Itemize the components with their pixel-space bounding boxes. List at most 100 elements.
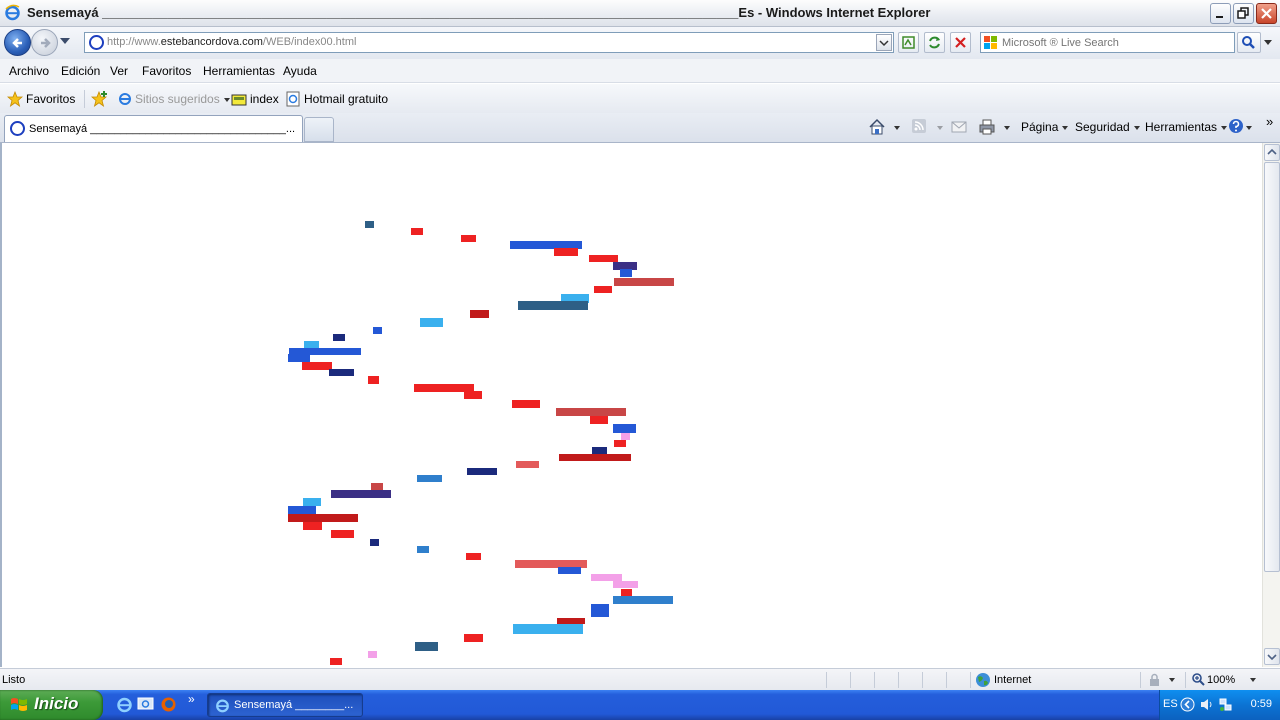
zoom-dropdown[interactable] [1246,674,1256,686]
menu-edicion[interactable]: Edición [61,64,100,78]
scroll-up-button[interactable] [1264,144,1280,161]
art-block [614,440,626,447]
quicklaunch-desktop-icon[interactable] [137,696,154,713]
print-icon[interactable] [978,118,996,136]
network-icon[interactable] [1218,697,1233,712]
art-block [613,581,638,588]
quicklaunch-more-chevron-icon[interactable]: » [188,692,195,706]
art-block [288,506,316,514]
windows-taskbar: Inicio » Sensemayá ________... ES 0:59 [0,690,1280,720]
art-block [591,574,622,581]
magnifier-icon [1242,36,1255,49]
menu-ver[interactable]: Ver [110,64,128,78]
art-block [461,235,476,242]
zoom-level[interactable]: 100% [1207,674,1235,686]
forward-arrow-icon [41,38,51,48]
security-menu[interactable]: Seguridad [1075,120,1140,134]
tray-expand-icon[interactable] [1180,697,1195,712]
art-block [556,408,626,416]
close-window-button[interactable] [1256,3,1277,24]
language-indicator[interactable]: ES [1163,698,1178,710]
quicklaunch-firefox-icon[interactable] [160,696,177,713]
url-text[interactable]: http://www.estebancordova.com/WEB/index0… [107,36,356,48]
status-divider [898,672,899,688]
art-block [590,416,608,424]
art-block [368,651,377,658]
page-content [0,143,1280,667]
compatibility-view-button[interactable] [898,32,919,53]
recent-pages-chevron-down-icon[interactable] [60,38,70,45]
restore-icon [1237,7,1249,19]
artwork-canvas [2,143,1264,667]
menu-bar: Archivo Edición Ver Favoritos Herramient… [0,59,1280,83]
close-icon [1261,8,1272,19]
more-commands-chevron-icon[interactable]: » [1266,114,1273,129]
status-divider [946,672,947,688]
zoom-icon[interactable] [1191,672,1206,687]
suggested-sites-button[interactable]: Sitios sugeridos [135,92,230,106]
art-block [288,354,310,362]
stop-button[interactable] [950,32,971,53]
status-divider [1185,672,1186,688]
start-button[interactable]: Inicio [0,690,103,720]
menu-favoritos[interactable]: Favoritos [142,64,191,78]
home-icon[interactable] [868,118,886,136]
windows-flag-icon [11,698,27,711]
search-input[interactable] [1002,35,1227,50]
favorite-index[interactable]: index [250,92,279,106]
minimize-button[interactable] [1210,3,1231,24]
quicklaunch-ie-icon[interactable] [116,696,133,713]
tab-row: Sensemayá ______________________________… [0,113,1280,143]
vertical-scrollbar[interactable] [1262,143,1280,667]
refresh-button[interactable] [924,32,945,53]
menu-herramientas[interactable]: Herramientas [203,64,275,78]
favorite-hotmail[interactable]: Hotmail gratuito [304,92,388,106]
feeds-dropdown[interactable] [933,120,943,134]
refresh-icon [929,36,940,49]
home-dropdown[interactable] [890,120,900,134]
art-block [370,539,379,546]
search-box[interactable] [980,32,1235,53]
tab-sensemaya[interactable]: Sensemayá ______________________________… [4,115,303,142]
chevron-down-icon [879,40,889,47]
volume-icon[interactable] [1199,697,1214,712]
title-bar: Sensemayá ______________________________… [0,0,1280,27]
help-dropdown[interactable] [1242,120,1252,134]
protected-mode-icon[interactable] [1147,673,1163,687]
read-mail-icon[interactable] [951,118,967,134]
art-block [411,228,423,235]
scroll-thumb[interactable] [1264,162,1280,572]
art-block [466,553,481,560]
taskbar-item-sensemaya[interactable]: Sensemayá ________... [207,693,363,717]
new-tab-button[interactable] [304,117,334,142]
forward-button[interactable] [31,29,58,56]
favorites-button[interactable]: Favoritos [26,92,75,106]
address-dropdown-button[interactable] [876,34,892,51]
page-menu[interactable]: Página [1021,120,1069,134]
art-block [373,327,382,334]
art-block [613,596,673,604]
search-button[interactable] [1237,32,1261,53]
art-block [621,589,632,596]
art-block [368,376,379,384]
feeds-icon[interactable] [911,118,927,134]
tools-menu[interactable]: Herramientas [1145,120,1228,134]
page-icon [89,35,104,50]
status-text: Listo [2,674,26,686]
search-options-chevron-down-icon[interactable] [1264,40,1272,45]
art-block [303,522,322,530]
scroll-down-button[interactable] [1264,648,1280,665]
protected-mode-dropdown[interactable] [1165,674,1175,686]
menu-archivo[interactable]: Archivo [9,64,49,78]
favorites-star-icon [7,91,23,107]
back-button[interactable] [4,29,31,56]
add-to-favorites-icon[interactable] [91,90,109,108]
art-block [613,424,636,433]
art-block [417,475,442,482]
favorites-separator [84,90,85,108]
print-dropdown[interactable] [1000,120,1010,134]
restore-button[interactable] [1233,3,1254,24]
address-bar[interactable]: http://www.estebancordova.com/WEB/index0… [84,32,894,53]
taskbar-ie-icon [216,699,229,713]
menu-ayuda[interactable]: Ayuda [283,64,317,78]
